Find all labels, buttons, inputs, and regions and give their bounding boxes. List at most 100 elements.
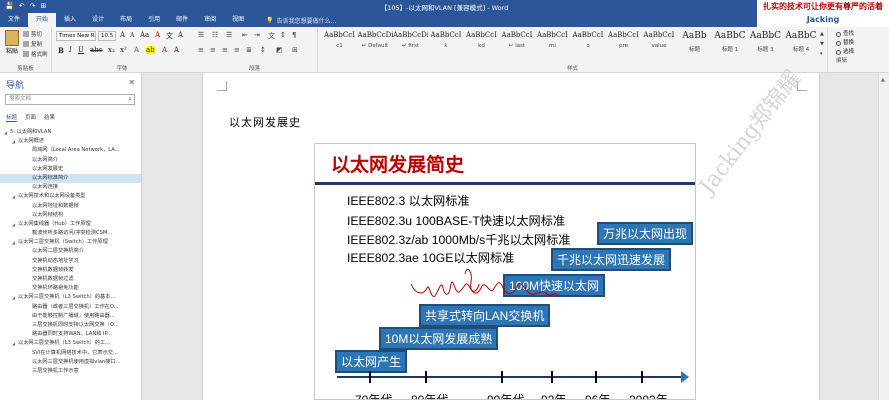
tab-review[interactable]: 审阅 xyxy=(196,13,224,27)
expand-arrow-icon[interactable]: ◢ xyxy=(4,128,7,137)
nav-heading-item[interactable]: 以太网连接 xyxy=(0,183,141,192)
grow-font-button[interactable]: A xyxy=(120,31,125,39)
expand-arrow-icon[interactable]: ◢ xyxy=(12,238,15,247)
nav-heading-item[interactable]: 交换机数据帧转发 xyxy=(0,266,141,275)
nav-heading-item[interactable]: ◢ 5. 以太网和VLAN xyxy=(0,128,141,137)
style-item[interactable]: AaBbC 标题 4 xyxy=(784,31,819,57)
borders-button[interactable]: ⊞ xyxy=(292,46,298,54)
nav-heading-item[interactable]: 三层交换机同时支持以太网交换（O... xyxy=(0,321,141,330)
tab-file[interactable]: 文件 xyxy=(0,13,28,27)
decrease-indent-button[interactable]: ⇤ xyxy=(242,31,248,39)
nav-heading-item[interactable]: 以太网发展史 xyxy=(0,165,141,174)
superscript-button[interactable]: x² xyxy=(120,46,127,54)
paste-button[interactable]: 粘贴 xyxy=(3,30,21,55)
nav-heading-item[interactable]: ◢ 以太网技术和以太网设备类型 xyxy=(0,192,141,201)
tab-view[interactable]: 视图 xyxy=(224,13,252,27)
char-shading-button[interactable]: A xyxy=(174,46,179,54)
vertical-scrollbar[interactable]: ▲ xyxy=(878,73,889,400)
change-case-button[interactable]: Aa xyxy=(140,31,149,39)
nav-heading-item[interactable]: 以太网地址和数据帧 xyxy=(0,202,141,211)
styles-more-icon[interactable]: ▾ xyxy=(820,51,823,57)
cut-button[interactable]: 剪切 xyxy=(23,30,42,38)
nav-tab-pages[interactable]: 页面 xyxy=(25,113,36,122)
nav-heading-item[interactable]: 由于能够控制广播域，使用路由器... xyxy=(0,312,141,321)
sort-button[interactable]: ↕ xyxy=(280,31,286,39)
expand-arrow-icon[interactable]: ◢ xyxy=(12,220,15,229)
nav-heading-item[interactable]: 交换机动态地址学习 xyxy=(0,257,141,266)
style-item[interactable]: AaBb 标题 xyxy=(677,31,712,57)
tab-references[interactable]: 引用 xyxy=(140,13,168,27)
copy-button[interactable]: 复制 xyxy=(23,40,42,48)
search-icon[interactable]: ⌕ xyxy=(128,95,132,104)
tab-mailings[interactable]: 邮件 xyxy=(168,13,196,27)
align-center-button[interactable]: ≡ xyxy=(210,46,216,54)
style-item[interactable]: AaBbCcI c1 xyxy=(322,31,357,57)
nav-heading-item[interactable]: 以太网标准简介 xyxy=(0,173,141,184)
tell-me-box[interactable]: 💡 告诉我您想要做什么... xyxy=(266,16,336,25)
tab-layout[interactable]: 布局 xyxy=(112,13,140,27)
highlight-button[interactable]: ab xyxy=(146,46,155,54)
nav-heading-item[interactable]: 交换机环路避免功能 xyxy=(0,284,141,293)
nav-heading-item[interactable]: ◢ 以太网三层交换机（L3 Switch）的基本... xyxy=(0,293,141,302)
style-item[interactable]: AaBbCcDi ↵ first xyxy=(393,31,428,57)
bold-button[interactable]: B xyxy=(58,46,64,55)
style-item[interactable]: AaBbCcI kd xyxy=(464,31,499,57)
nav-heading-item[interactable]: 以太网三层交换机使用虚拟vlan接口... xyxy=(0,358,141,367)
phonetic-button[interactable]: 文 xyxy=(166,31,173,41)
nav-heading-item[interactable]: 以太网二层交换机简介 xyxy=(0,247,141,256)
nav-heading-item[interactable]: ◢ 以太网二层交换机（Switch）工作原理 xyxy=(0,238,141,247)
close-icon[interactable]: ✕ xyxy=(128,78,135,87)
multilevel-button[interactable]: ☰ xyxy=(226,31,232,39)
style-item[interactable]: AaBbCcDi ↵ Default xyxy=(358,31,393,57)
align-left-button[interactable]: ≡ xyxy=(198,46,204,54)
nav-heading-item[interactable]: 路由器同时支持WAN、LAN和 IP... xyxy=(0,330,141,339)
char-border-button[interactable]: A xyxy=(178,31,183,39)
font-color-button[interactable]: A xyxy=(162,46,167,54)
shading-button[interactable]: ◩ xyxy=(276,46,283,54)
distributed-button[interactable]: ≣ xyxy=(246,46,252,54)
nav-heading-item[interactable]: 交换机数据帧过滤 xyxy=(0,275,141,284)
show-marks-button[interactable]: ¶ xyxy=(292,31,296,39)
expand-arrow-icon[interactable]: ◢ xyxy=(12,293,15,302)
tab-home[interactable]: 开始 xyxy=(28,13,57,27)
style-item[interactable]: AaBbCcI mi xyxy=(535,31,570,57)
nav-search-input[interactable]: 搜索文档 ⌕ xyxy=(5,94,135,105)
expand-arrow-icon[interactable]: ◢ xyxy=(12,339,15,348)
style-item[interactable]: AaBbCcI k xyxy=(429,31,464,57)
style-item[interactable]: AaBbCcI value xyxy=(642,31,677,57)
nav-heading-item[interactable]: ◢ 以太网三层交换机（L3 Switch）的工... xyxy=(0,339,141,348)
nav-heading-item[interactable]: ◢ 以太网集线器（Hub）工作原理 xyxy=(0,220,141,229)
expand-arrow-icon[interactable]: ◢ xyxy=(12,137,15,146)
nav-heading-item[interactable]: 以太网简介 xyxy=(0,156,141,165)
align-right-button[interactable]: ≡ xyxy=(222,46,228,54)
text-effects-button[interactable]: A xyxy=(134,46,139,54)
font-size-dropdown[interactable]: 10.5 xyxy=(98,31,116,41)
tab-insert[interactable]: 插入 xyxy=(56,13,84,27)
clear-format-button[interactable]: A xyxy=(155,31,160,39)
nav-tab-results[interactable]: 结果 xyxy=(44,113,55,122)
expand-arrow-icon[interactable]: ◢ xyxy=(12,192,15,201)
nav-tab-headings[interactable]: 标题 xyxy=(6,113,18,122)
subscript-button[interactable]: x₂ xyxy=(108,46,115,54)
italic-button[interactable]: I xyxy=(69,46,72,54)
tab-design[interactable]: 设计 xyxy=(84,13,112,27)
format-painter-button[interactable]: 格式刷 xyxy=(23,50,48,58)
numbering-button[interactable]: ☷ xyxy=(212,31,218,39)
find-button[interactable]: 查找 xyxy=(836,30,854,39)
font-name-dropdown[interactable]: Times New R xyxy=(56,31,96,41)
nav-heading-item[interactable]: ◢ 以太网概述 xyxy=(0,137,141,146)
nav-heading-item[interactable]: 以太网帧结构 xyxy=(0,211,141,220)
shrink-font-button[interactable]: A xyxy=(130,32,134,39)
underline-button[interactable]: U xyxy=(78,46,84,54)
select-button[interactable]: 选择 xyxy=(836,48,854,57)
styles-scroll-down-icon[interactable]: ▼ xyxy=(820,41,824,47)
chinese-layout-button[interactable]: 文 xyxy=(268,31,275,41)
nav-heading-item[interactable]: 局域网（Local Area Network，LA... xyxy=(0,146,141,155)
styles-scroll-up-icon[interactable]: ▲ xyxy=(820,31,824,37)
strikethrough-button[interactable]: abc xyxy=(90,46,103,54)
style-item[interactable]: AaBbCcI pre xyxy=(606,31,641,57)
line-spacing-button[interactable]: ↕ xyxy=(260,46,266,54)
style-item[interactable]: AaBbCcI ↵ last xyxy=(500,31,535,57)
nav-heading-item[interactable]: 载波侦听多路访问/冲突检测CSM... xyxy=(0,229,141,238)
increase-indent-button[interactable]: ⇥ xyxy=(254,31,260,39)
